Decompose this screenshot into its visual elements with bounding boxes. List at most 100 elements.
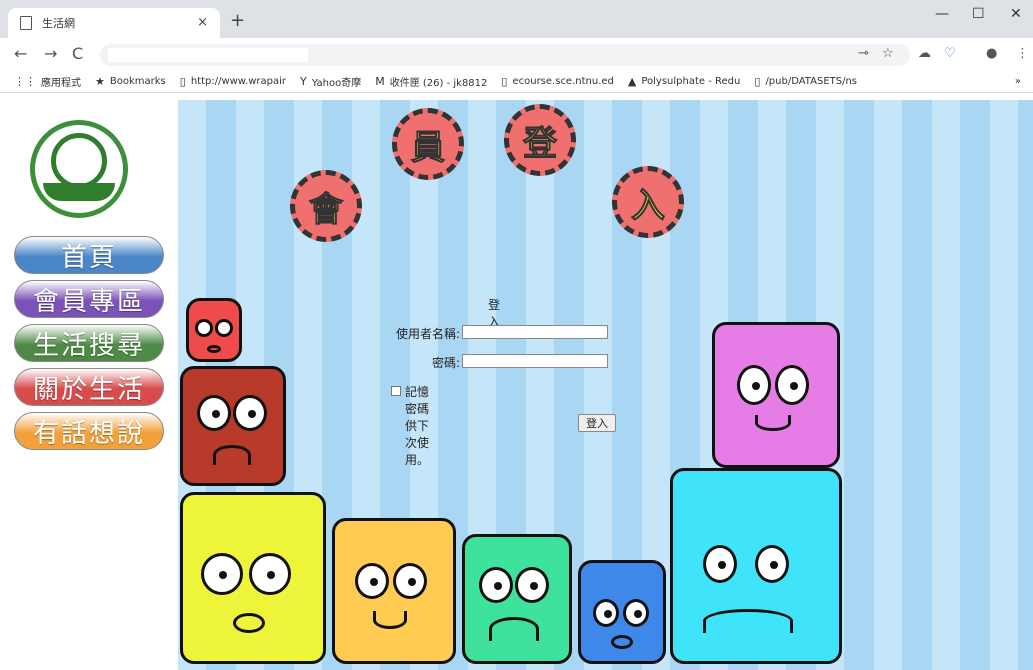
bookmark-item[interactable]: ⋮⋮ 應用程式 <box>14 74 81 89</box>
face-eye <box>197 395 231 431</box>
shield-icon[interactable]: ♡ <box>944 46 956 61</box>
banner-gear: 會 <box>290 170 362 242</box>
sidebar: 首頁會員專區生活搜尋關於生活有話想說 <box>0 100 179 670</box>
bookmark-label: Polysulphate - Redu <box>641 75 741 87</box>
maximize-icon[interactable]: ☐ <box>972 6 985 22</box>
banner-gear: 登 <box>504 104 576 176</box>
face-eye <box>623 599 649 627</box>
face-eye <box>215 319 233 337</box>
title-bar: 生活網 × + — ☐ ✕ <box>0 0 1033 38</box>
bookmark-item[interactable]: M 收件匣 (26) - jk8812 <box>375 74 487 89</box>
username-label: 使用者名稱: <box>395 327 460 341</box>
login-submit-button[interactable]: 登入 <box>578 414 616 432</box>
face-mouth <box>213 445 251 465</box>
face-eye <box>249 553 291 595</box>
face-mouth <box>489 617 539 641</box>
apps-icon: ⋮⋮ <box>14 74 36 88</box>
face-eye <box>201 553 243 595</box>
bookmark-label: ecourse.sce.ntnu.ed <box>512 75 614 87</box>
face-eye <box>479 567 513 603</box>
browser-tab[interactable]: 生活網 × <box>8 8 220 38</box>
page-icon: ▯ <box>501 74 508 88</box>
face-mouth <box>611 635 633 649</box>
star-icon: ★ <box>95 74 105 88</box>
star-icon[interactable]: ☆ <box>882 46 894 61</box>
bookmark-label: 應用程式 <box>41 77 81 89</box>
password-label: 密碼: <box>431 356 460 370</box>
sidebar-nav-button[interactable]: 有話想說 <box>14 412 164 450</box>
username-input[interactable] <box>462 325 608 339</box>
key-icon[interactable]: ⊸ <box>858 46 869 61</box>
password-input[interactable] <box>462 354 608 368</box>
bookmark-item[interactable]: ▯ http://www.wrapair <box>180 75 286 88</box>
close-tab-icon[interactable]: × <box>197 15 208 30</box>
bookmark-label: Bookmarks <box>109 75 166 87</box>
page-icon <box>20 16 32 30</box>
bookmark-item[interactable]: ★ Bookmarks <box>95 75 166 88</box>
bookmark-item[interactable]: ▯ ecourse.sce.ntnu.ed <box>501 75 613 88</box>
sidebar-nav-button[interactable]: 首頁 <box>14 236 164 274</box>
tab-title: 生活網 <box>42 17 75 30</box>
face-eye <box>233 395 267 431</box>
face-eye <box>703 545 737 583</box>
back-icon[interactable]: ← <box>14 44 27 63</box>
cartoon-face <box>186 298 242 362</box>
bookmark-item[interactable]: ▯ /pub/DATASETS/ns <box>754 75 857 88</box>
forward-icon[interactable]: → <box>44 44 57 63</box>
face-mouth <box>755 415 791 431</box>
remember-label: 記憶密碼供下次使用。 <box>405 385 430 467</box>
face-eye <box>755 545 789 583</box>
remember-checkbox[interactable] <box>391 386 401 396</box>
sidebar-nav-button[interactable]: 生活搜尋 <box>14 324 164 362</box>
face-eye <box>593 599 619 627</box>
cartoon-face <box>578 560 666 664</box>
face-eye <box>355 563 389 599</box>
face-eye <box>195 319 213 337</box>
cartoon-face <box>332 518 456 664</box>
address-input[interactable] <box>108 48 308 62</box>
bookmark-item[interactable]: Y Yahoo奇摩 <box>300 74 361 89</box>
page-icon: ▯ <box>754 74 761 88</box>
banner-char: 員 <box>411 127 446 168</box>
bookmark-label: /pub/DATASETS/ns <box>765 75 858 87</box>
browser-toolbar: ← → C ⊸ ☆ ☁ ♡ ● ⋮ <box>0 38 1033 70</box>
face-eye <box>737 365 771 405</box>
cartoon-face <box>670 468 842 664</box>
new-tab-icon[interactable]: + <box>230 10 245 31</box>
bookmark-label: http://www.wrapair <box>190 75 287 87</box>
sidebar-nav-button[interactable]: 會員專區 <box>14 280 164 318</box>
bookmark-label: 收件匣 (26) - jk8812 <box>389 77 488 89</box>
reload-icon[interactable]: C <box>72 44 83 63</box>
banner-char: 登 <box>523 123 558 164</box>
address-bar[interactable] <box>100 44 910 66</box>
banner-gear: 員 <box>392 108 464 180</box>
triangle-icon: ▲ <box>627 74 637 88</box>
face-mouth <box>233 613 265 633</box>
cartoon-face <box>180 366 286 486</box>
sidebar-nav-button[interactable]: 關於生活 <box>14 368 164 406</box>
bookmark-item[interactable]: ▲ Polysulphate - Redu <box>628 75 740 88</box>
browser-chrome: 生活網 × + — ☐ ✕ ← → C ⊸ ☆ ☁ ♡ ● ⋮ ⋮⋮ 應用程式 ★ B… <box>0 0 1033 100</box>
minimize-icon[interactable]: — <box>935 6 949 22</box>
gmail-icon: M <box>375 74 385 88</box>
banner-gear: 入 <box>612 166 684 238</box>
page-content: 首頁 會員專區 生活搜尋 關於生活 有話想說 會 員 登 入 登入 使用者名稱:… <box>0 100 1033 670</box>
account-icon[interactable]: ● <box>986 46 997 61</box>
face-eye <box>515 567 549 603</box>
banner-char: 入 <box>631 185 666 226</box>
window-close-icon[interactable]: ✕ <box>1010 6 1022 22</box>
cartoon-face <box>712 322 840 468</box>
menu-icon[interactable]: ⋮ <box>1016 46 1029 61</box>
cartoon-face <box>462 534 572 664</box>
cloud-icon[interactable]: ☁ <box>918 46 931 61</box>
face-mouth <box>373 611 407 629</box>
bookmarks-overflow-icon[interactable]: » <box>1015 76 1021 87</box>
face-eye <box>393 563 427 599</box>
face-eye <box>775 365 809 405</box>
bookmarks-bar: ⋮⋮ 應用程式 ★ Bookmarks ▯ http://www.wrapair Y Yaho… <box>0 70 1033 93</box>
globe-logo-icon[interactable] <box>30 120 128 218</box>
main-area: 會 員 登 入 <box>178 100 1033 670</box>
yahoo-icon: Y <box>300 74 307 88</box>
bookmark-label: Yahoo奇摩 <box>311 77 362 89</box>
page-icon: ▯ <box>179 74 186 88</box>
